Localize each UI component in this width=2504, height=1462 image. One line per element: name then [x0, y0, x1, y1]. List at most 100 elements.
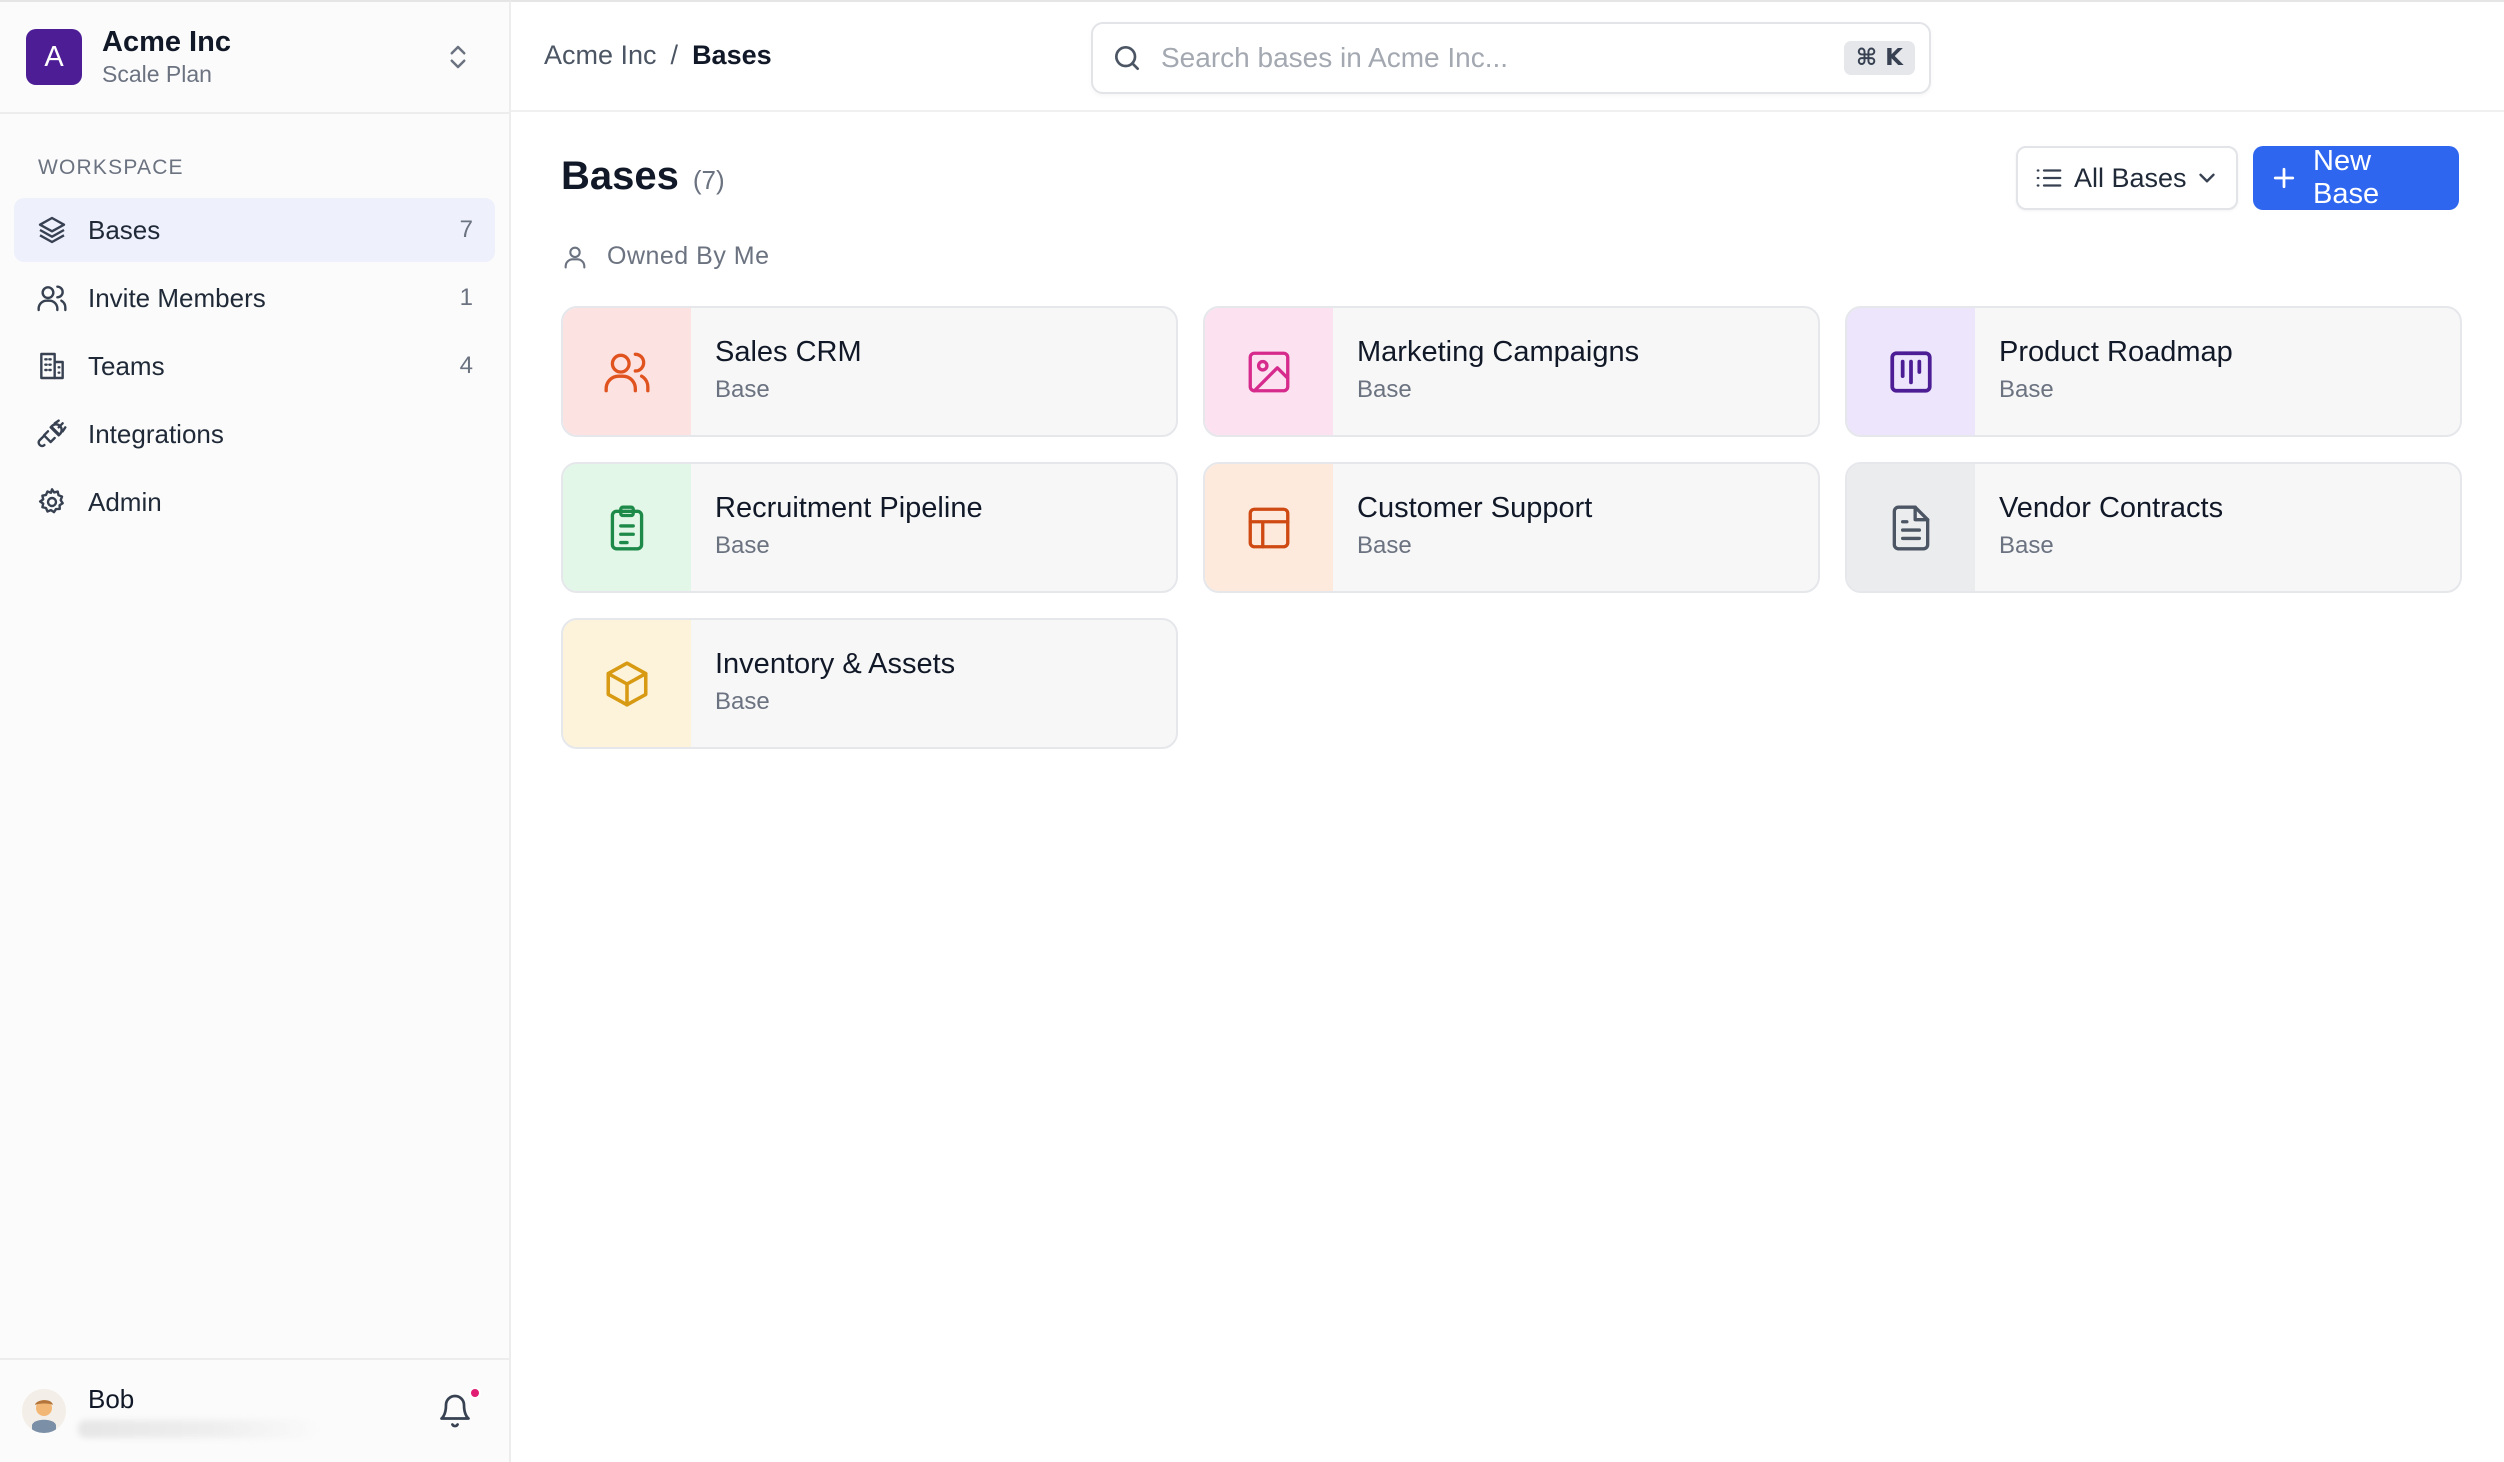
base-name: Customer Support [1357, 492, 1593, 524]
base-name: Sales CRM [715, 336, 862, 368]
card-text: Vendor Contracts Base [1975, 464, 2223, 591]
base-type: Base [715, 376, 770, 403]
sidebar-item-teams[interactable]: Teams 4 [14, 334, 495, 398]
sidebar: A Acme Inc Scale Plan WORKSPACE Bases 7 … [0, 0, 511, 1462]
base-name: Product Roadmap [1999, 336, 2233, 368]
user-info: Bob [78, 1376, 437, 1446]
box-icon [602, 659, 652, 709]
base-type: Base [1999, 532, 2054, 559]
card-icon-tile [563, 464, 691, 591]
page-count: (7) [692, 165, 725, 195]
sidebar-item-count: 1 [459, 284, 473, 311]
base-name: Vendor Contracts [1999, 492, 2224, 524]
org-name: Acme Inc [102, 26, 231, 58]
org-plan: Scale Plan [102, 61, 212, 87]
sidebar-item-integrations[interactable]: Integrations [14, 402, 495, 466]
redacted-email [78, 1420, 318, 1438]
base-name: Recruitment Pipeline [715, 492, 983, 524]
card-icon-tile [563, 620, 691, 747]
sidebar-item-label: Integrations [88, 418, 224, 449]
bases-grid: Sales CRM Base Marketing Campaigns Base [561, 306, 2462, 749]
card-icon-tile [563, 308, 691, 435]
card-text: Customer Support Base [1333, 464, 1592, 591]
breadcrumb-separator: / [670, 40, 679, 70]
users-icon [36, 282, 68, 314]
users-icon [602, 347, 652, 397]
group-label: Owned By Me [607, 242, 770, 270]
breadcrumb-parent[interactable]: Acme Inc [544, 40, 657, 71]
chevron-down-icon [2194, 165, 2220, 191]
sidebar-nav: Bases 7 Invite Members 1 Teams 4 Integra… [0, 198, 509, 534]
building-icon [36, 350, 68, 382]
base-card[interactable]: Customer Support Base [1203, 462, 1820, 593]
list-icon [2034, 163, 2064, 193]
search-box[interactable]: ⌘ K [1091, 22, 1931, 94]
base-name: Inventory & Assets [715, 648, 956, 680]
base-type: Base [715, 688, 770, 715]
search-input[interactable] [1161, 42, 1844, 74]
notifications-button[interactable] [437, 1387, 481, 1429]
gear-icon [36, 486, 68, 518]
base-type: Base [1357, 532, 1412, 559]
avatar[interactable] [22, 1389, 66, 1433]
org-info: Acme Inc Scale Plan [102, 25, 443, 89]
page-heading: Bases (7) [561, 154, 725, 199]
base-type: Base [1357, 376, 1412, 403]
new-base-button[interactable]: New Base [2253, 145, 2459, 210]
clipboard-icon [602, 503, 652, 553]
page-title: Bases [561, 154, 679, 198]
notification-dot [469, 1387, 481, 1399]
breadcrumb: Acme Inc / Bases [544, 40, 772, 71]
base-card[interactable]: Marketing Campaigns Base [1203, 306, 1820, 437]
org-avatar: A [26, 29, 82, 85]
breadcrumb-current: Bases [692, 40, 772, 70]
plus-icon [2269, 163, 2299, 193]
base-name: Marketing Campaigns [1357, 336, 1640, 368]
sidebar-item-admin[interactable]: Admin [14, 470, 495, 534]
card-text: Recruitment Pipeline Base [691, 464, 983, 591]
kanban-icon [1886, 347, 1936, 397]
base-card[interactable]: Recruitment Pipeline Base [561, 462, 1178, 593]
sidebar-item-label: Admin [88, 486, 162, 517]
card-text: Product Roadmap Base [1975, 308, 2233, 435]
layout-icon [1244, 503, 1294, 553]
base-card[interactable]: Product Roadmap Base [1845, 306, 2462, 437]
sidebar-item-invite-members[interactable]: Invite Members 1 [14, 266, 495, 330]
bell-icon [437, 1393, 473, 1429]
workspace-section-label: WORKSPACE [38, 156, 184, 179]
base-card[interactable]: Inventory & Assets Base [561, 618, 1178, 749]
base-card[interactable]: Sales CRM Base [561, 306, 1178, 437]
plug-icon [36, 418, 68, 450]
shortcut-badge: ⌘ K [1843, 41, 1915, 75]
user-icon [561, 243, 589, 271]
card-icon-tile [1847, 464, 1975, 591]
new-base-label: New Base [2313, 145, 2380, 210]
chevrons-up-down-icon[interactable] [443, 42, 473, 72]
base-card[interactable]: Vendor Contracts Base [1845, 462, 2462, 593]
base-type: Base [715, 532, 770, 559]
sidebar-item-count: 4 [459, 352, 473, 379]
base-type: Base [1999, 376, 2054, 403]
org-switcher[interactable]: A Acme Inc Scale Plan [0, 2, 509, 114]
sidebar-item-label: Invite Members [88, 282, 266, 313]
card-text: Sales CRM Base [691, 308, 862, 435]
sidebar-item-label: Bases [88, 214, 161, 245]
layers-icon [36, 214, 68, 246]
card-icon-tile [1205, 308, 1333, 435]
filter-dropdown[interactable]: All Bases [2016, 146, 2238, 210]
group-header: Owned By Me [561, 242, 770, 271]
filter-label: All Bases [2074, 162, 2187, 193]
image-icon [1244, 347, 1294, 397]
user-bar: Bob [0, 1358, 509, 1462]
card-text: Marketing Campaigns Base [1333, 308, 1639, 435]
card-icon-tile [1847, 308, 1975, 435]
file-text-icon [1886, 503, 1936, 553]
card-icon-tile [1205, 464, 1333, 591]
sidebar-item-bases[interactable]: Bases 7 [14, 198, 495, 262]
user-name: Bob [88, 1384, 135, 1414]
sidebar-item-label: Teams [88, 350, 165, 381]
sidebar-item-count: 7 [459, 216, 473, 243]
card-text: Inventory & Assets Base [691, 620, 955, 747]
top-bar: Acme Inc / Bases ⌘ K [511, 0, 2504, 112]
search-icon [1111, 42, 1143, 74]
